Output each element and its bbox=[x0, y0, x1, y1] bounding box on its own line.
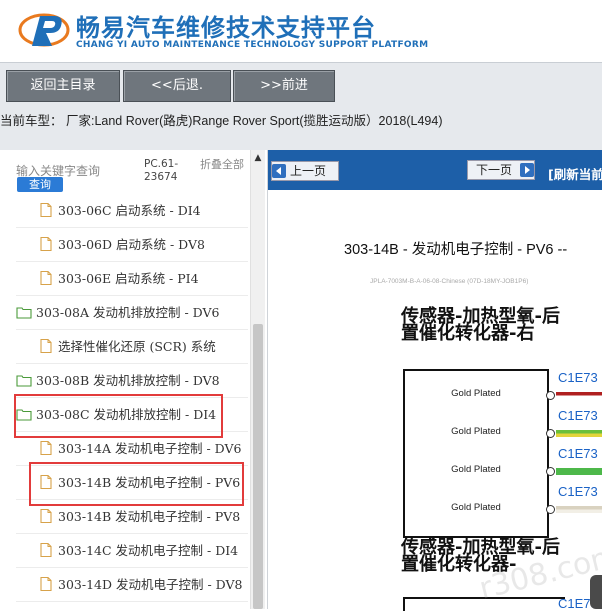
sidebar-scrollbar[interactable]: ▲ bbox=[250, 150, 265, 609]
pin-marker bbox=[546, 391, 555, 400]
pin-marker bbox=[546, 505, 555, 514]
connector-label: C1E73 bbox=[558, 370, 598, 385]
app-subtitle: CHANG YI AUTO MAINTENANCE TECHNOLOGY SUP… bbox=[76, 40, 429, 50]
next-page-label: 下一页 bbox=[476, 163, 513, 177]
scroll-up-icon[interactable]: ▲ bbox=[251, 152, 265, 164]
pin-marker bbox=[546, 467, 555, 476]
app-title: 畅易汽车维修技术支持平台 bbox=[76, 14, 376, 42]
document-icon bbox=[38, 338, 54, 354]
current-vehicle-bar: 当前车型： 厂家:Land Rover(路虎)Range Rover Sport… bbox=[0, 104, 602, 150]
forward-button[interactable]: >>前进 bbox=[233, 70, 335, 102]
document-icon bbox=[38, 202, 54, 218]
back-button[interactable]: <<后退. bbox=[123, 70, 231, 102]
sidebar-tree-item-label: 303-14C 发动机电子控制 - DI4 bbox=[58, 543, 239, 558]
home-button[interactable]: 返回主目录 bbox=[6, 70, 120, 102]
gold-plated-label: Gold Plated bbox=[451, 426, 501, 437]
folder-icon bbox=[16, 304, 32, 320]
tree-divider bbox=[16, 295, 248, 296]
tree-divider bbox=[16, 363, 248, 364]
sidebar-tree-item-label: 303-06D 启动系统 - DV8 bbox=[58, 237, 205, 252]
document-title: 303-14B - 发动机电子控制 - PV6 -- bbox=[344, 242, 568, 258]
sensor-title: 传感器-加热型氧-后置催化转化器-右 bbox=[401, 306, 560, 344]
sidebar-tree-item-label: 303-14A 发动机电子控制 - DV6 bbox=[58, 441, 242, 456]
sidebar-tree-item-label: 303-14B 发动机电子控制 - PV8 bbox=[58, 509, 241, 524]
gold-plated-label: Gold Plated bbox=[451, 388, 501, 399]
tree-divider bbox=[16, 533, 248, 534]
document-icon bbox=[38, 236, 54, 252]
highlight-box bbox=[14, 394, 223, 438]
connector-label: C1E73 bbox=[558, 484, 598, 499]
pc-code-label: PC.61-23674 bbox=[144, 158, 179, 183]
document-icon bbox=[38, 542, 54, 558]
document-icon bbox=[38, 440, 54, 456]
connector-label: C1E73 bbox=[558, 446, 598, 461]
logo-icon bbox=[18, 13, 70, 47]
app-header: 畅易汽车维修技术支持平台 CHANG YI AUTO MAINTENANCE T… bbox=[0, 0, 602, 62]
sidebar-tree-item-label: 303-06E 启动系统 - PI4 bbox=[58, 271, 199, 286]
current-vehicle-text: 当前车型： 厂家:Land Rover(路虎)Range Rover Sport… bbox=[0, 114, 443, 128]
highlight-box bbox=[29, 462, 244, 506]
document-icon bbox=[38, 508, 54, 524]
gold-plated-label: Gold Plated bbox=[451, 464, 501, 475]
next-page-button[interactable]: 下一页 bbox=[467, 160, 535, 180]
document-icon bbox=[38, 576, 54, 592]
connector-label: C1E73 bbox=[558, 408, 598, 423]
sidebar-tree-item-label: 303-08A 发动机排放控制 - DV6 bbox=[36, 305, 220, 320]
folder-icon bbox=[16, 372, 32, 388]
wire-red-white bbox=[556, 392, 602, 399]
search-button[interactable]: 查询 bbox=[17, 177, 63, 192]
arrow-right-icon bbox=[520, 163, 534, 177]
wire-green-yellow bbox=[556, 430, 602, 437]
prev-page-button[interactable]: 上一页 bbox=[271, 161, 339, 181]
wire-beige bbox=[556, 506, 602, 513]
tree-divider bbox=[16, 601, 248, 602]
sidebar-tree-item-label: 303-08B 发动机排放控制 - DV8 bbox=[36, 373, 220, 388]
document-icon bbox=[38, 270, 54, 286]
tree-divider bbox=[16, 261, 248, 262]
tree-divider bbox=[16, 227, 248, 228]
gold-plated-label: Gold Plated bbox=[451, 502, 501, 513]
component-box: Gold Plated Gold Plated Gold Plated Gold… bbox=[403, 369, 549, 538]
refresh-current-link[interactable]: [刷新当前 bbox=[548, 164, 602, 183]
arrow-left-icon bbox=[272, 164, 286, 178]
tree-divider bbox=[16, 329, 248, 330]
collapse-all-link[interactable]: 折叠全部 bbox=[200, 158, 244, 171]
corner-widget bbox=[590, 575, 602, 609]
sidebar-tree-item-label: 303-06C 启动系统 - DI4 bbox=[58, 203, 201, 218]
tree-divider bbox=[16, 567, 248, 568]
nav-bar: 返回主目录 <<后退. >>前进 bbox=[0, 62, 602, 105]
pin-marker bbox=[546, 429, 555, 438]
prev-page-label: 上一页 bbox=[290, 164, 327, 178]
wire-green bbox=[556, 468, 602, 475]
scroll-thumb[interactable] bbox=[253, 324, 263, 609]
sidebar-tree-item-label: 选择性催化还原 (SCR) 系统 bbox=[58, 339, 216, 354]
document-code: JPLA-7003M-B-A-06-08-Chinese (07D-18MY-J… bbox=[370, 278, 529, 285]
sidebar-tree-item-label: 303-14D 发动机电子控制 - DV8 bbox=[58, 577, 243, 592]
